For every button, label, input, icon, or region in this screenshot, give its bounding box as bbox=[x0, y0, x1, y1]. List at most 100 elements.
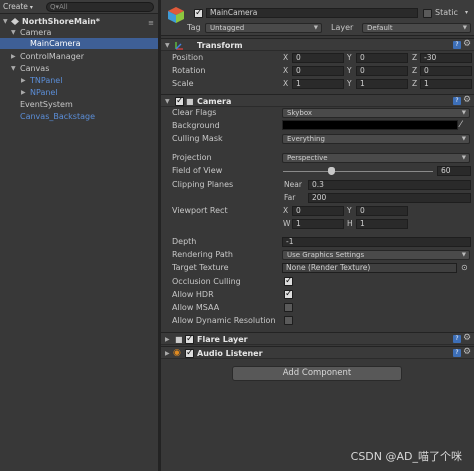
gameobject-header: ✓ MainCamera Static ▾ Tag Untagged ▼ Laye… bbox=[161, 0, 474, 36]
rendering-path-label: Rendering Path bbox=[172, 250, 233, 259]
near-field[interactable]: 0.3 bbox=[308, 180, 471, 190]
hierarchy-toolbar: Create ▾ Q▾All bbox=[0, 0, 158, 14]
hierarchy-search-input[interactable]: Q▾All bbox=[46, 2, 154, 12]
expand-arrow-icon[interactable]: ▶ bbox=[21, 87, 26, 98]
hierarchy-item-canvas[interactable]: ▼ Canvas bbox=[0, 63, 158, 74]
flare-layer-checkbox[interactable]: ✓ bbox=[185, 334, 194, 344]
target-texture-label: Target Texture bbox=[172, 263, 229, 272]
active-checkbox[interactable]: ✓ bbox=[194, 8, 203, 18]
allow-hdr-checkbox[interactable]: ✓ bbox=[284, 289, 293, 299]
gameobject-cube-icon[interactable] bbox=[167, 6, 185, 24]
background-label: Background bbox=[172, 121, 220, 130]
gear-icon[interactable]: ⚙ bbox=[463, 333, 471, 344]
camera-title: Camera bbox=[197, 97, 232, 106]
audio-listener-checkbox[interactable]: ✓ bbox=[185, 348, 194, 358]
collapse-arrow-icon[interactable]: ▶ bbox=[165, 348, 170, 359]
rotation-label: Rotation bbox=[172, 66, 206, 75]
far-field[interactable]: 200 bbox=[308, 193, 471, 203]
hierarchy-item-tnpanel[interactable]: ▶ TNPanel bbox=[0, 75, 158, 86]
target-texture-field[interactable]: None (Render Texture) bbox=[282, 263, 457, 273]
create-dropdown-icon: ▾ bbox=[29, 4, 33, 11]
transform-title: Transform bbox=[197, 41, 243, 50]
rotation-z-field[interactable]: 0 bbox=[420, 66, 472, 76]
position-x-field[interactable]: 0 bbox=[292, 53, 344, 63]
camera-enabled-checkbox[interactable]: ✓ bbox=[175, 96, 184, 106]
help-book-icon[interactable]: ? bbox=[453, 97, 461, 105]
scale-x-field[interactable]: 1 bbox=[292, 79, 344, 89]
audio-listener-icon: ◉ bbox=[173, 348, 181, 358]
viewport-w-field[interactable]: 1 bbox=[292, 219, 344, 229]
viewport-x-field[interactable]: 0 bbox=[292, 206, 344, 216]
near-label: Near bbox=[284, 180, 302, 189]
fov-slider-thumb[interactable] bbox=[328, 167, 335, 175]
hierarchy-item-camera[interactable]: ▼ Camera bbox=[0, 27, 158, 38]
projection-label: Projection bbox=[172, 153, 212, 162]
hierarchy-item-controlmanager[interactable]: ▶ ControlManager bbox=[0, 51, 158, 62]
scale-y-field[interactable]: 1 bbox=[356, 79, 408, 89]
viewport-h-field[interactable]: 1 bbox=[356, 219, 408, 229]
collapse-arrow-icon[interactable]: ▼ bbox=[3, 16, 8, 27]
audio-listener-header[interactable]: ▶ ◉ ✓ Audio Listener ? ⚙ bbox=[161, 346, 474, 359]
position-label: Position bbox=[172, 53, 204, 62]
flare-layer-header[interactable]: ▶ ■ ✓ Flare Layer ? ⚙ bbox=[161, 332, 474, 345]
viewport-y-field[interactable]: 0 bbox=[356, 206, 408, 216]
far-label: Far bbox=[284, 193, 296, 202]
occlusion-culling-checkbox[interactable]: ✓ bbox=[284, 276, 293, 286]
gear-icon[interactable]: ⚙ bbox=[463, 39, 471, 50]
culling-mask-dropdown[interactable]: Everything ▼ bbox=[282, 134, 470, 144]
object-name-field[interactable]: MainCamera bbox=[206, 8, 418, 18]
scale-z-field[interactable]: 1 bbox=[420, 79, 472, 89]
watermark: CSDN @AD_喵了个咪 bbox=[350, 450, 462, 463]
rotation-x-field[interactable]: 0 bbox=[292, 66, 344, 76]
transform-header[interactable]: ▼ Transform ? ⚙ bbox=[161, 38, 474, 51]
gear-icon[interactable]: ⚙ bbox=[463, 95, 471, 106]
camera-header[interactable]: ▼ ✓ ■ Camera ? ⚙ bbox=[161, 94, 474, 107]
rotation-y-field[interactable]: 0 bbox=[356, 66, 408, 76]
collapse-arrow-icon[interactable]: ▼ bbox=[11, 63, 16, 74]
help-book-icon[interactable]: ? bbox=[453, 41, 461, 49]
fov-slider-track[interactable] bbox=[283, 171, 433, 172]
hierarchy-item-canvas-backstage[interactable]: Canvas_Backstage bbox=[0, 111, 158, 122]
static-checkbox[interactable] bbox=[423, 9, 432, 18]
allow-dynamic-resolution-label: Allow Dynamic Resolution bbox=[172, 316, 276, 325]
hierarchy-panel: Create ▾ Q▾All ▼ NorthShoreMain* ≡ ▼ Came… bbox=[0, 0, 158, 471]
create-button[interactable]: Create ▾ bbox=[3, 2, 43, 12]
help-book-icon[interactable]: ? bbox=[453, 349, 461, 357]
flare-layer-title: Flare Layer bbox=[197, 335, 248, 344]
collapse-arrow-icon[interactable]: ▶ bbox=[165, 334, 170, 345]
expand-arrow-icon[interactable]: ▶ bbox=[21, 75, 26, 86]
audio-listener-title: Audio Listener bbox=[197, 349, 263, 358]
layer-dropdown[interactable]: Default ▼ bbox=[362, 23, 471, 33]
allow-msaa-checkbox[interactable] bbox=[284, 303, 293, 312]
rendering-path-dropdown[interactable]: Use Graphics Settings ▼ bbox=[282, 250, 470, 260]
background-color-swatch[interactable] bbox=[282, 120, 458, 130]
allow-dynamic-resolution-checkbox[interactable] bbox=[284, 316, 293, 325]
projection-dropdown[interactable]: Perspective ▼ bbox=[282, 153, 470, 163]
culling-mask-label: Culling Mask bbox=[172, 134, 223, 143]
flare-layer-icon: ■ bbox=[175, 335, 183, 344]
depth-field[interactable]: -1 bbox=[282, 237, 471, 247]
fov-value-field[interactable]: 60 bbox=[437, 166, 471, 176]
collapse-arrow-icon[interactable]: ▼ bbox=[165, 40, 170, 51]
collapse-arrow-icon[interactable]: ▼ bbox=[165, 96, 170, 107]
tag-dropdown[interactable]: Untagged ▼ bbox=[205, 23, 322, 33]
hierarchy-item-eventsystem[interactable]: EventSystem bbox=[0, 99, 158, 110]
object-picker-icon[interactable]: ⊙ bbox=[461, 263, 468, 273]
expand-arrow-icon[interactable]: ▶ bbox=[11, 51, 16, 62]
position-z-field[interactable]: -30 bbox=[420, 53, 472, 63]
eyedropper-icon[interactable]: ⁄ bbox=[460, 120, 462, 130]
hierarchy-item-maincamera[interactable]: MainCamera bbox=[0, 38, 158, 49]
fov-label: Field of View bbox=[172, 166, 223, 175]
add-component-button[interactable]: Add Component bbox=[232, 366, 402, 381]
clear-flags-dropdown[interactable]: Skybox ▼ bbox=[282, 108, 470, 118]
layer-label: Layer bbox=[331, 23, 354, 32]
static-dropdown-icon[interactable]: ▾ bbox=[465, 8, 468, 18]
collapse-arrow-icon[interactable]: ▼ bbox=[11, 27, 16, 38]
position-y-field[interactable]: 0 bbox=[356, 53, 408, 63]
scene-row[interactable]: ▼ NorthShoreMain* ≡ bbox=[0, 16, 158, 27]
hierarchy-item-npanel[interactable]: ▶ NPanel bbox=[0, 87, 158, 98]
clear-flags-label: Clear Flags bbox=[172, 108, 217, 117]
unity-scene-icon bbox=[11, 18, 19, 25]
help-book-icon[interactable]: ? bbox=[453, 335, 461, 343]
gear-icon[interactable]: ⚙ bbox=[463, 347, 471, 358]
